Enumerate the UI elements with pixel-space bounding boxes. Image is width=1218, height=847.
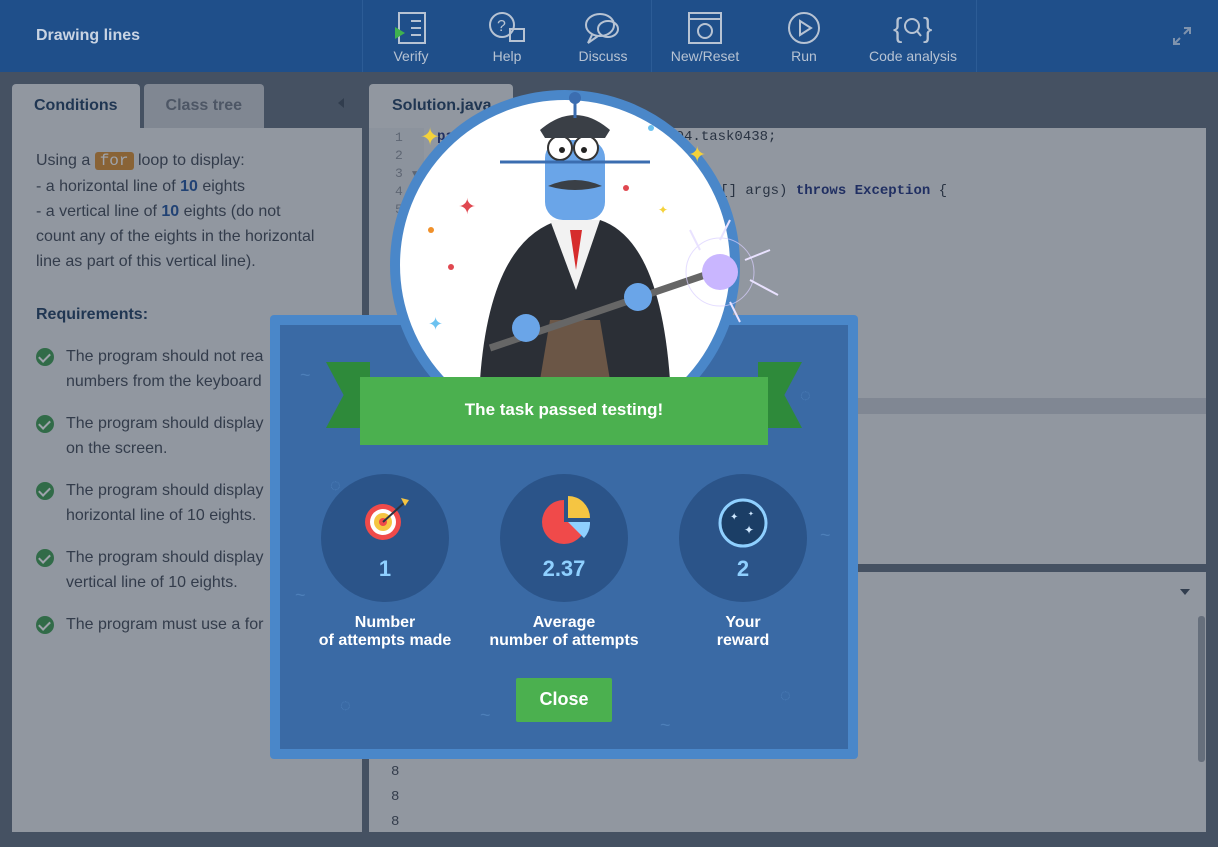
code-analysis-label: Code analysis — [869, 48, 957, 64]
stat-attempts-made: 1 Number of attempts made — [285, 474, 485, 650]
stat-circle: 2.37 — [500, 474, 628, 602]
help-icon: ? — [489, 12, 525, 42]
code-analysis-button[interactable]: {} Code analysis — [850, 0, 976, 72]
svg-text:✦: ✦ — [744, 523, 754, 537]
verify-button[interactable]: Verify — [363, 0, 459, 72]
pattern-swirl-icon: ~ — [660, 715, 671, 735]
close-button[interactable]: Close — [516, 678, 612, 722]
discuss-button[interactable]: Discuss — [555, 0, 651, 72]
svg-text:✦: ✦ — [730, 512, 738, 523]
svg-text:✦: ✦ — [420, 123, 440, 151]
svg-text:✦: ✦ — [688, 143, 706, 168]
new-reset-label: New/Reset — [670, 48, 740, 64]
pattern-swirl-icon: ~ — [300, 365, 311, 385]
verify-label: Verify — [393, 48, 429, 64]
code-analysis-icon: {} — [893, 12, 932, 43]
stat-label: Number of attempts made — [318, 614, 452, 649]
pattern-swirl-icon: ◌ — [340, 695, 351, 715]
toolbar-group-verify-help-discuss: Verify ? Help Discuss — [363, 0, 652, 72]
discuss-icon — [585, 13, 619, 44]
stat-label: Your reward — [716, 614, 770, 649]
success-banner: The task passed testing! — [360, 377, 768, 445]
svg-text:✦: ✦ — [658, 203, 668, 217]
dark-matter-orb-icon: ✦ ✦ ✦ — [718, 498, 768, 548]
help-label: Help — [492, 48, 522, 64]
run-label: Run — [791, 48, 817, 64]
stat-label: Average number of attempts — [489, 614, 639, 649]
reset-icon — [688, 12, 722, 44]
target-icon — [365, 498, 409, 540]
pattern-swirl-icon: ◌ — [800, 385, 811, 405]
stat-value: 2.37 — [542, 556, 586, 581]
pie-chart-icon — [542, 496, 590, 544]
pattern-swirl-icon: ~ — [480, 705, 491, 725]
svg-text:{: { — [893, 12, 902, 43]
top-bar: Drawing lines Verify ? Help Discuss New/… — [0, 0, 1218, 72]
toolbar-group-run: New/Reset Run {} Code analysis — [652, 0, 977, 72]
stat-circle: ✦ ✦ ✦ 2 — [679, 474, 807, 602]
expand-icon[interactable] — [1172, 26, 1192, 46]
run-icon — [788, 12, 820, 44]
stat-value: 1 — [378, 556, 392, 581]
stat-reward: ✦ ✦ ✦ 2 Your reward — [643, 474, 843, 650]
svg-text:✦: ✦ — [458, 195, 476, 220]
stat-value: 2 — [736, 556, 750, 581]
verify-icon — [395, 12, 426, 44]
run-button[interactable]: Run — [758, 0, 850, 72]
svg-text:}: } — [923, 12, 932, 43]
svg-text:?: ? — [497, 18, 506, 35]
new-reset-button[interactable]: New/Reset — [652, 0, 758, 72]
discuss-label: Discuss — [578, 48, 628, 64]
svg-text:✦: ✦ — [428, 314, 443, 335]
pattern-swirl-icon: ◌ — [780, 685, 791, 705]
help-button[interactable]: ? Help — [459, 0, 555, 72]
task-title: Drawing lines — [0, 0, 363, 72]
professor-character-icon: ✦ ✦ ✦ ✦ ✦ — [420, 92, 779, 380]
svg-text:✦: ✦ — [748, 510, 754, 518]
stat-circle: 1 — [321, 474, 449, 602]
stat-average-attempts: 2.37 Average number of attempts — [464, 474, 664, 650]
